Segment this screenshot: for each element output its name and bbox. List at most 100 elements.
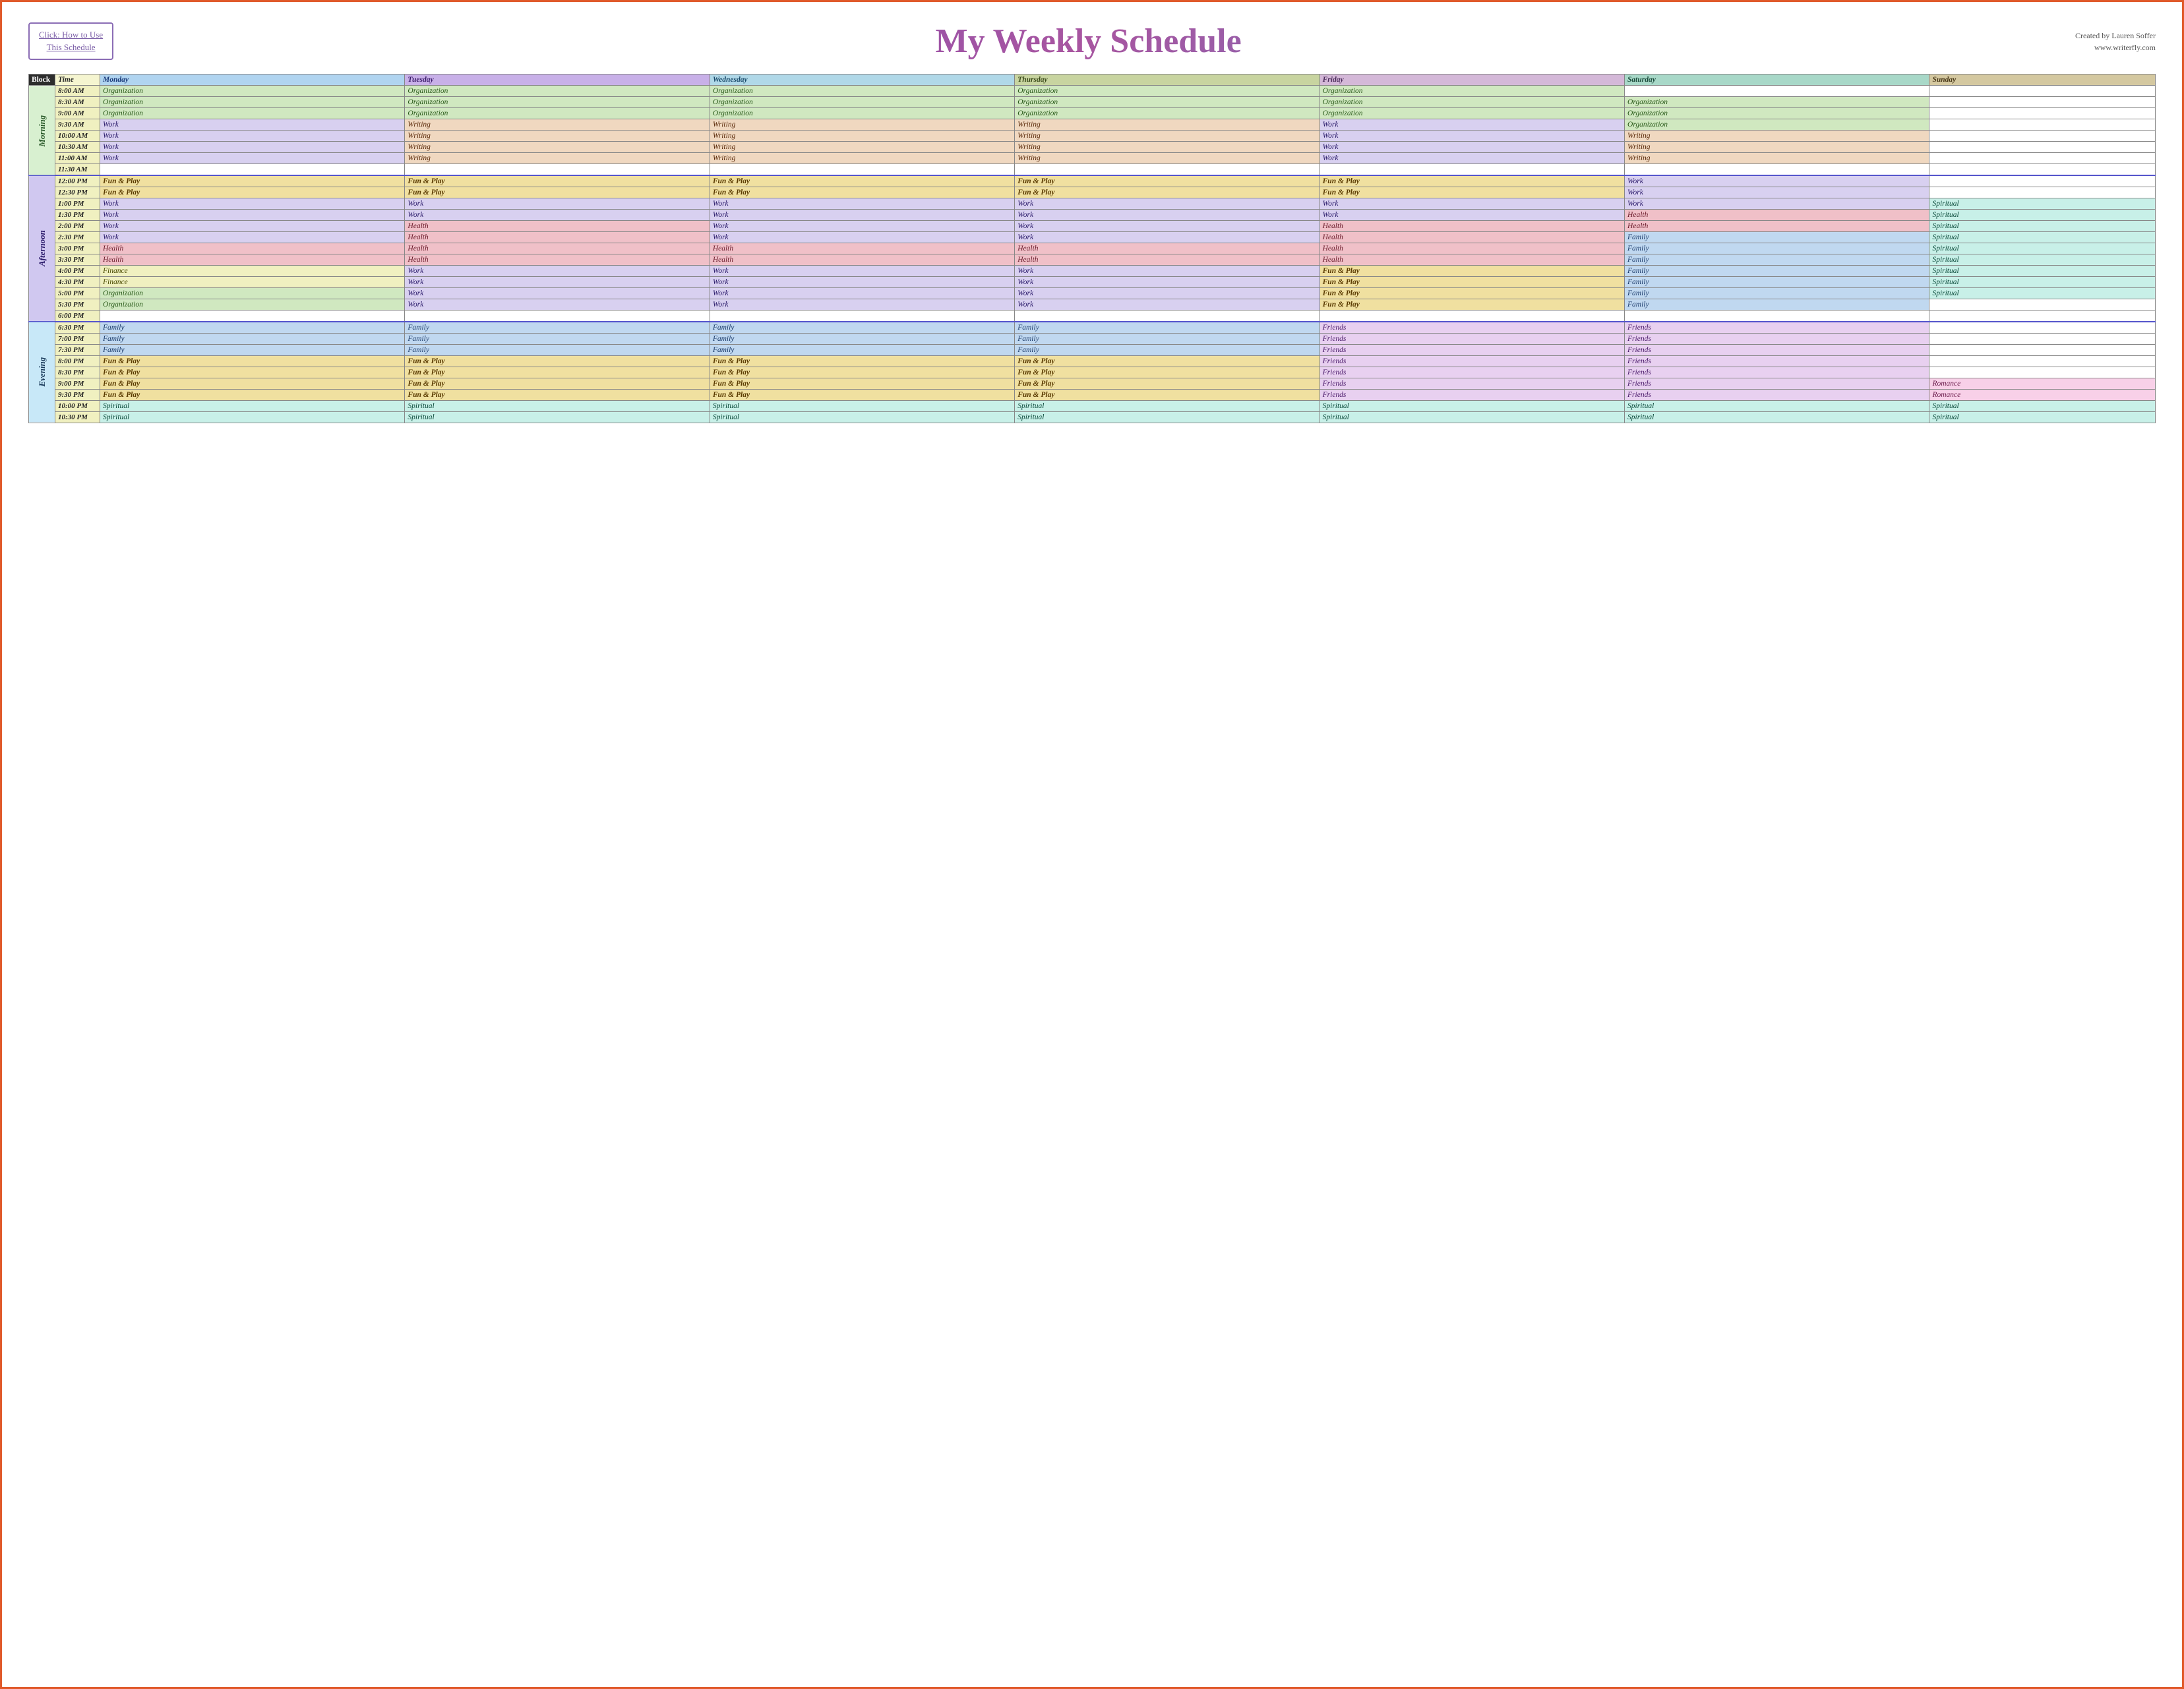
table-row: 5:00 PMOrganizationWorkWorkWorkFun & Pla… [29, 288, 2156, 299]
table-row: 10:30 PMSpiritualSpiritualSpiritualSpiri… [29, 412, 2156, 423]
time-cell: 2:30 PM [55, 232, 100, 243]
activity-cell: Fun & Play [1320, 277, 1624, 288]
activity-cell: Work [1320, 210, 1624, 221]
activity-cell: Health [1625, 210, 1929, 221]
activity-cell: Work [710, 198, 1014, 210]
table-row: 8:30 AMOrganizationOrganizationOrganizat… [29, 97, 2156, 108]
activity-cell: Work [1320, 119, 1624, 131]
time-cell: 2:00 PM [55, 221, 100, 232]
activity-cell: Family [1625, 266, 1929, 277]
activity-cell: Fun & Play [1015, 367, 1320, 378]
activity-cell: Fun & Play [710, 187, 1014, 198]
activity-cell: Work [1015, 266, 1320, 277]
activity-cell: Fun & Play [1320, 187, 1624, 198]
activity-cell: Health [405, 221, 710, 232]
time-cell: 11:00 AM [55, 153, 100, 164]
activity-cell: Work [710, 266, 1014, 277]
table-row: 4:30 PMFinanceWorkWorkWorkFun & PlayFami… [29, 277, 2156, 288]
activity-cell: Work [1015, 288, 1320, 299]
activity-cell: Fun & Play [405, 187, 710, 198]
activity-cell [1929, 97, 2156, 108]
activity-cell: Fun & Play [710, 356, 1014, 367]
activity-cell: Spiritual [1320, 401, 1624, 412]
how-to-button[interactable]: Click: How to Use This Schedule [28, 22, 113, 59]
time-cell: 10:30 PM [55, 412, 100, 423]
col-header-tuesday: Tuesday [405, 74, 710, 86]
activity-cell: Work [405, 299, 710, 311]
time-cell: 3:00 PM [55, 243, 100, 254]
col-header-monday: Monday [100, 74, 405, 86]
activity-cell: Organization [1015, 108, 1320, 119]
activity-cell: Work [710, 288, 1014, 299]
activity-cell: Romance [1929, 378, 2156, 390]
activity-cell: Spiritual [710, 401, 1014, 412]
activity-cell: Work [1625, 187, 1929, 198]
activity-cell [1929, 142, 2156, 153]
activity-cell: Friends [1320, 356, 1624, 367]
activity-cell: Family [405, 345, 710, 356]
activity-cell: Friends [1625, 334, 1929, 345]
time-cell: 4:30 PM [55, 277, 100, 288]
activity-cell: Spiritual [1929, 277, 2156, 288]
activity-cell: Writing [405, 153, 710, 164]
header: Click: How to Use This Schedule My Weekl… [28, 22, 2156, 61]
activity-cell [100, 164, 405, 176]
time-cell: 10:30 AM [55, 142, 100, 153]
activity-cell: Health [1320, 221, 1624, 232]
time-cell: 8:00 PM [55, 356, 100, 367]
activity-cell: Spiritual [1320, 412, 1624, 423]
activity-cell: Writing [405, 131, 710, 142]
activity-cell: Writing [1015, 131, 1320, 142]
activity-cell: Organization [1015, 86, 1320, 97]
activity-cell: Health [1320, 232, 1624, 243]
activity-cell: Work [100, 221, 405, 232]
activity-cell: Fun & Play [100, 187, 405, 198]
page-title: My Weekly Schedule [113, 22, 2063, 61]
activity-cell [405, 311, 710, 322]
time-cell: 11:30 AM [55, 164, 100, 176]
credit: Created by Lauren Soffer www.writerfly.c… [2063, 30, 2156, 53]
activity-cell: Writing [710, 142, 1014, 153]
activity-cell: Spiritual [1929, 198, 2156, 210]
activity-cell: Friends [1625, 378, 1929, 390]
col-header-sunday: Sunday [1929, 74, 2156, 86]
col-header-block: Block [29, 74, 55, 86]
table-row: 6:00 PM [29, 311, 2156, 322]
activity-cell [1929, 311, 2156, 322]
how-to-line2: This Schedule [47, 42, 96, 52]
activity-cell: Health [1320, 243, 1624, 254]
schedule-table: Block Time Monday Tuesday Wednesday Thur… [28, 74, 2156, 423]
activity-cell [710, 164, 1014, 176]
activity-cell: Spiritual [1015, 401, 1320, 412]
activity-cell: Spiritual [1929, 210, 2156, 221]
activity-cell [1929, 108, 2156, 119]
table-row: 2:00 PMWorkHealthWorkWorkHealthHealthSpi… [29, 221, 2156, 232]
activity-cell: Fun & Play [100, 367, 405, 378]
activity-cell: Work [100, 232, 405, 243]
activity-cell: Family [1625, 254, 1929, 266]
activity-cell: Family [1015, 322, 1320, 334]
time-cell: 9:00 AM [55, 108, 100, 119]
activity-cell: Organization [405, 86, 710, 97]
time-cell: 7:30 PM [55, 345, 100, 356]
activity-cell: Spiritual [405, 401, 710, 412]
activity-cell: Friends [1625, 390, 1929, 401]
activity-cell: Spiritual [100, 401, 405, 412]
activity-cell: Organization [100, 86, 405, 97]
activity-cell: Work [710, 232, 1014, 243]
activity-cell: Spiritual [1929, 254, 2156, 266]
activity-cell: Family [1015, 334, 1320, 345]
activity-cell: Organization [405, 108, 710, 119]
activity-cell [1929, 322, 2156, 334]
activity-cell: Friends [1320, 345, 1624, 356]
time-cell: 10:00 PM [55, 401, 100, 412]
activity-cell: Spiritual [1929, 401, 2156, 412]
activity-cell: Fun & Play [405, 378, 710, 390]
col-header-wednesday: Wednesday [710, 74, 1014, 86]
activity-cell: Work [1015, 299, 1320, 311]
activity-cell: Health [1015, 254, 1320, 266]
activity-cell: Fun & Play [1015, 390, 1320, 401]
time-cell: 8:30 PM [55, 367, 100, 378]
activity-cell: Work [1320, 198, 1624, 210]
col-header-friday: Friday [1320, 74, 1624, 86]
